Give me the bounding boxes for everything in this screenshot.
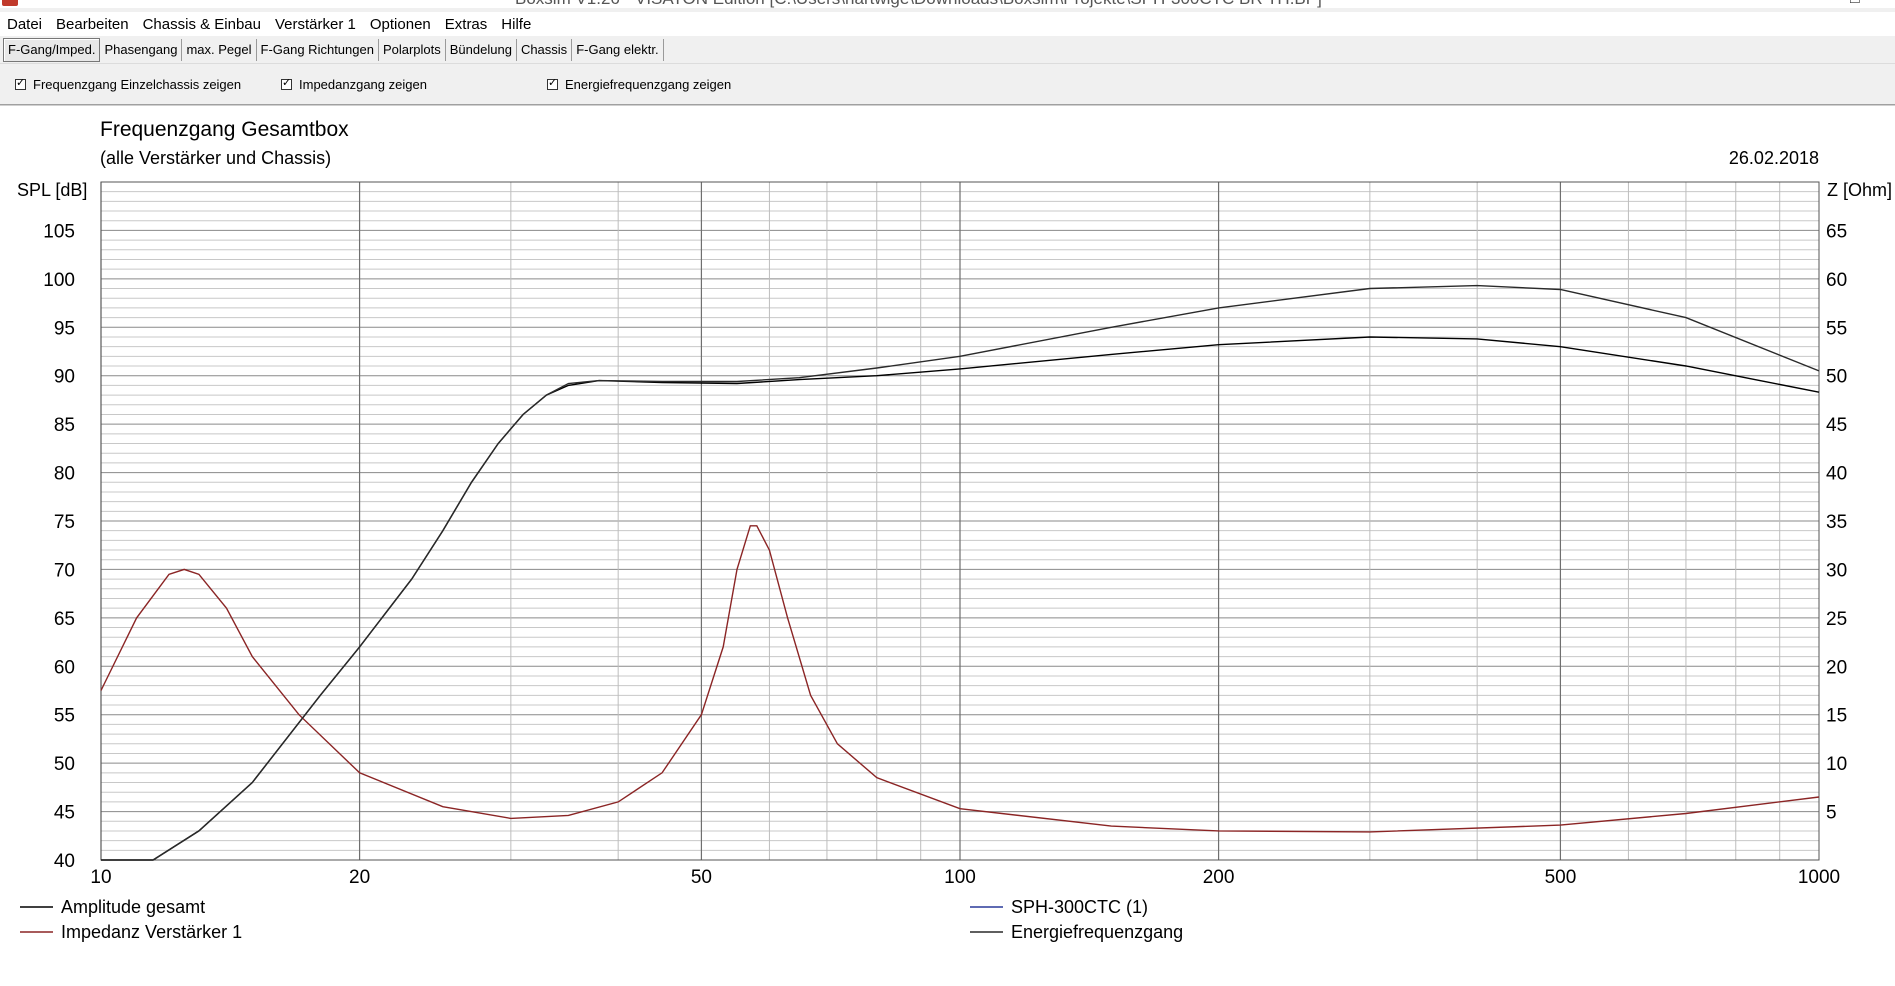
legend-label: Energiefrequenzgang (1011, 922, 1183, 942)
x-tick-label: 20 (349, 867, 370, 888)
y-left-tick-label: 65 (54, 609, 75, 630)
legend-label: Amplitude gesamt (61, 897, 205, 917)
y-left-tick-label: 70 (54, 560, 75, 581)
y-left-axis-label: SPL [dB] (17, 180, 87, 200)
legend-label: SPH-300CTC (1) (1011, 897, 1148, 917)
check-icon: ✓ (548, 77, 558, 89)
y-right-tick-label: 5 (1826, 803, 1837, 824)
y-right-tick-label: 40 (1826, 464, 1847, 485)
chart-subtitle: (alle Verstärker und Chassis) (100, 148, 331, 168)
y-left-tick-label: 85 (54, 415, 75, 436)
chart-area: Frequenzgang Gesamtbox (alle Verstärker … (0, 105, 1895, 986)
y-right-tick-label: 30 (1826, 560, 1847, 581)
x-tick-label: 10 (90, 867, 111, 888)
y-right-tick-label: 10 (1826, 754, 1847, 775)
window-title: Boxsim V1.26 - VISATON Edition [C:\Users… (515, 0, 1322, 8)
y-left-tick-label: 105 (43, 221, 75, 242)
menu-bearbeiten[interactable]: Bearbeiten (49, 16, 136, 33)
y-left-tick-label: 100 (43, 270, 75, 291)
check-icon: ✓ (282, 77, 292, 89)
maximize-icon[interactable]: □ (1850, 0, 1860, 8)
menu-optionen[interactable]: Optionen (363, 16, 438, 33)
y-right-tick-label: 20 (1826, 657, 1847, 678)
option-energiefrequenzgang[interactable]: ✓ Energiefrequenzgang zeigen (547, 77, 731, 92)
y-left-tick-label: 90 (54, 367, 75, 388)
legend-label: Impedanz Verstärker 1 (61, 922, 242, 942)
tab-chassis[interactable]: Chassis (517, 39, 573, 61)
y-right-tick-label: 25 (1826, 609, 1847, 630)
tab-max-pegel[interactable]: max. Pegel (182, 39, 257, 61)
y-right-tick-label: 55 (1826, 318, 1847, 339)
y-right-tick-label: 60 (1826, 270, 1847, 291)
minimize-icon[interactable]: – (1800, 0, 1809, 8)
einzelchassis-checkbox[interactable]: ✓ (15, 77, 26, 90)
y-left-tick-label: 55 (54, 706, 75, 727)
menu-datei[interactable]: Datei (0, 16, 49, 33)
y-right-tick-label: 35 (1826, 512, 1847, 533)
tab-bar: F-Gang/Imped. Phasengang max. Pegel F-Ga… (0, 37, 1895, 64)
x-tick-label: 200 (1203, 867, 1235, 888)
option-einzelchassis[interactable]: ✓ Frequenzgang Einzelchassis zeigen (15, 77, 241, 92)
tab-phasengang[interactable]: Phasengang (100, 39, 183, 61)
x-tick-label: 100 (944, 867, 976, 888)
energiefrequenzgang-label: Energiefrequenzgang zeigen (565, 77, 732, 92)
y-left-tick-label: 45 (54, 803, 75, 824)
y-left-tick-label: 95 (54, 318, 75, 339)
frequency-response-chart: Frequenzgang Gesamtbox (alle Verstärker … (17, 118, 1892, 942)
y-right-tick-label: 65 (1826, 221, 1847, 242)
option-impedanzgang[interactable]: ✓ Impedanzgang zeigen (281, 77, 427, 92)
chart-legend: Amplitude gesamt Impedanz Verstärker 1 SPH… (20, 897, 1183, 942)
y-right-tick-label: 45 (1826, 415, 1847, 436)
y-left-tick-label: 50 (54, 754, 75, 775)
menu-chassis-einbau[interactable]: Chassis & Einbau (136, 16, 268, 33)
tab-fgang-elektr[interactable]: F-Gang elektr. (572, 39, 664, 61)
window-titlebar: Boxsim V1.26 - VISATON Edition [C:\Users… (0, 0, 1895, 8)
einzelchassis-label: Frequenzgang Einzelchassis zeigen (33, 77, 242, 92)
check-icon: ✓ (16, 77, 26, 89)
x-tick-label: 500 (1545, 867, 1577, 888)
tab-fgang-richtungen[interactable]: F-Gang Richtungen (257, 39, 379, 61)
chart-date: 26.02.2018 (1729, 148, 1819, 168)
x-tick-label: 1000 (1798, 867, 1840, 888)
tab-polarplots[interactable]: Polarplots (379, 39, 446, 61)
chart-title: Frequenzgang Gesamtbox (100, 118, 349, 141)
chart-grid (100, 181, 1820, 861)
y-right-tick-label: 50 (1826, 367, 1847, 388)
y-right-tick-label: 15 (1826, 706, 1847, 727)
impedanzgang-label: Impedanzgang zeigen (299, 77, 427, 92)
menu-verstaerker[interactable]: Verstärker 1 (268, 16, 363, 33)
y-right-axis-label: Z [Ohm] (1827, 180, 1892, 200)
tab-fgang-imped[interactable]: F-Gang/Imped. (3, 38, 101, 62)
energiefrequenzgang-checkbox[interactable]: ✓ (547, 77, 558, 90)
y-left-tick-label: 60 (54, 657, 75, 678)
chart-ticks: 1051009590858075706560555045406560555045… (43, 221, 1847, 888)
y-left-tick-label: 80 (54, 464, 75, 485)
impedanzgang-checkbox[interactable]: ✓ (281, 77, 292, 90)
app-icon[interactable] (2, 0, 18, 6)
y-left-tick-label: 40 (54, 851, 75, 872)
tab-buendelung[interactable]: Bündelung (446, 39, 517, 61)
menu-extras[interactable]: Extras (438, 16, 495, 33)
options-bar: ✓ Frequenzgang Einzelchassis zeigen ✓ Im… (0, 68, 1895, 105)
menu-bar: Datei Bearbeiten Chassis & Einbau Verstä… (0, 12, 1895, 36)
x-tick-label: 50 (691, 867, 712, 888)
menu-hilfe[interactable]: Hilfe (494, 16, 538, 33)
y-left-tick-label: 75 (54, 512, 75, 533)
